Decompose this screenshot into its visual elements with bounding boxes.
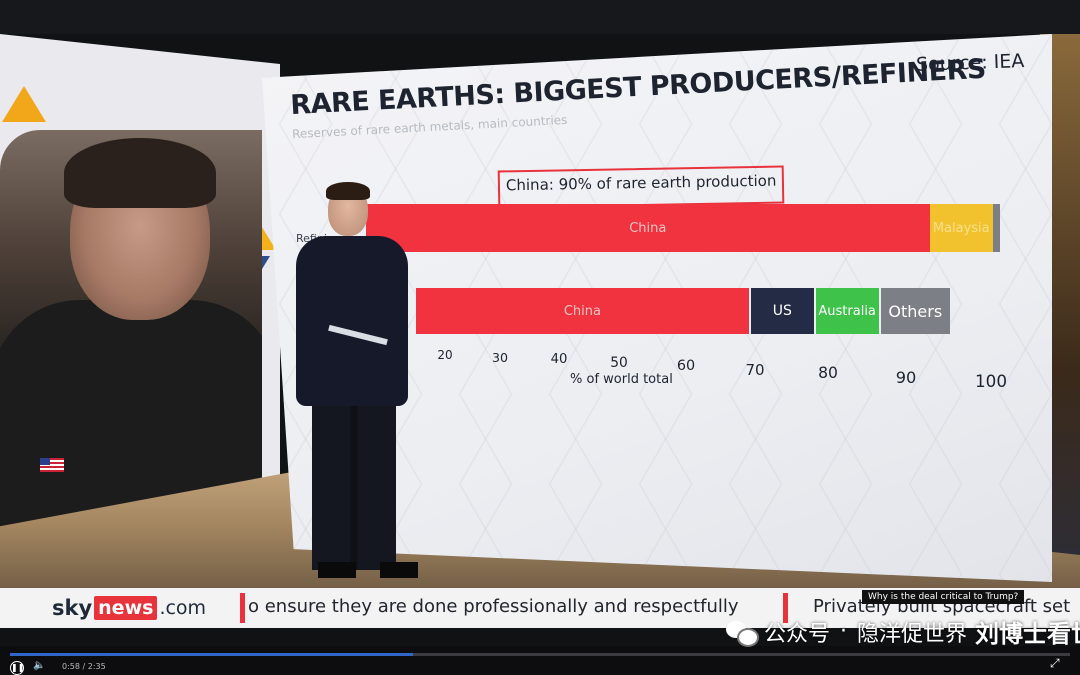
- x-tick-label: 90: [895, 368, 917, 387]
- bar-segment-others: Others: [878, 288, 950, 334]
- presenter-shoes: [318, 562, 418, 578]
- watermark-author: 刘博士看世界: [975, 620, 1080, 648]
- logo-sky: sky: [52, 596, 93, 620]
- logo-news: news: [94, 596, 158, 620]
- watermark-name: 隐洋促世界: [857, 621, 968, 647]
- fullscreen-icon[interactable]: ⤢: [1050, 656, 1064, 670]
- photo-hair: [64, 138, 216, 208]
- x-tick-label: 70: [745, 361, 765, 379]
- guest-photo: [0, 130, 262, 530]
- chart-callout: China: 90% of rare earth production: [497, 165, 785, 209]
- sky-news-logo: sky news .com: [52, 594, 206, 622]
- pause-icon[interactable]: ❚❚: [10, 661, 24, 675]
- video-player-bar: [0, 646, 1080, 675]
- wechat-icon: [726, 619, 759, 647]
- bar-segment-china: China: [366, 204, 930, 252]
- x-tick-label: 50: [610, 355, 628, 371]
- ticker-separator: [240, 593, 245, 623]
- volume-icon[interactable]: 🔈: [33, 660, 45, 671]
- x-tick-label: 60: [676, 358, 696, 374]
- video-time: 0:58 / 2:35: [62, 662, 106, 671]
- watermark: 公众号 · 隐洋促世界 刘博士看世界: [726, 614, 1080, 649]
- watermark-channel: 公众号: [764, 621, 831, 647]
- decor-triangle: [2, 86, 46, 122]
- bar-segment-us: US: [748, 288, 814, 334]
- x-axis-label: % of world total: [570, 372, 673, 387]
- video-tooltip: Why is the deal critical to Trump?: [862, 590, 1025, 604]
- x-tick-label: 100: [974, 371, 1008, 391]
- x-tick-label: 80: [818, 364, 838, 382]
- chart-bar-row: China US Australia Others: [416, 288, 1000, 334]
- logo-com: .com: [159, 597, 207, 619]
- us-flag-patch-icon: [40, 458, 64, 472]
- x-tick-label: 30: [491, 350, 509, 365]
- presenter: [288, 182, 448, 592]
- x-tick-label: 40: [550, 352, 568, 367]
- chart-bar-row: China Malaysia: [366, 204, 1000, 252]
- presenter-legs: [312, 400, 396, 570]
- top-band: [0, 0, 1080, 34]
- ticker-headline: o ensure they are done professionally an…: [248, 596, 739, 617]
- watermark-dot: ·: [840, 619, 848, 644]
- video-frame: RARE EARTHS: BIGGEST PRODUCERS/REFINERS …: [0, 0, 1080, 675]
- bar-segment-other: [992, 204, 1000, 252]
- progress-fill: [10, 653, 413, 656]
- presenter-torso: [296, 236, 408, 406]
- bar-segment-malaysia: Malaysia: [929, 204, 993, 252]
- bar-segment-china: China: [416, 288, 749, 334]
- bar-segment-australia: Australia: [813, 288, 879, 334]
- presenter-hair: [326, 182, 370, 200]
- chart-source: Source: IEA: [915, 50, 1025, 76]
